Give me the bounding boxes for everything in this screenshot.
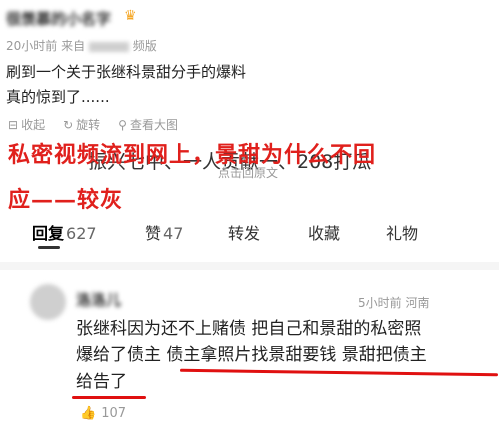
comment-line2-part2: 债主拿照片找景甜要钱 景甜把债主 [166,345,427,365]
zoom-label: 查看大图 [129,118,178,132]
tab-likes-count: 47 [163,224,184,243]
tab-favorites-label: 收藏 [308,224,341,243]
highlight-underline-1 [179,368,499,377]
zoom-button[interactable]: ⚲ 查看大图 [118,116,178,133]
post-text-line2: 真的惊到了...... [6,88,110,106]
zoom-icon: ⚲ [118,117,127,132]
annotation-line2: 应——较灰 [8,187,124,213]
post-time: 20小时前 [6,39,58,53]
commenter-avatar[interactable] [30,284,66,320]
comment-line2: 爆给了债主 债主拿照片找景甜要钱 景甜把债主 [76,344,427,367]
post-meta: 20小时前 来自 频版 [6,37,157,54]
comment-line2-part1: 爆给了债主 [76,345,161,365]
crown-badge-icon: ♛ [124,8,137,24]
tab-gifts-label: 礼物 [386,224,419,243]
comment-meta: 5小时前 河南 [358,294,429,311]
comment-line3: 给告了 [76,372,127,392]
annotation-line1: 私密视频流到网上，景甜为什么不回 [8,142,377,168]
author-name[interactable]: 很羡慕的小名字 [6,8,111,29]
rotate-button[interactable]: ↻ 旋转 [63,116,100,133]
active-tab-indicator [38,246,60,249]
image-actions: ⊟ 收起 ↻ 旋转 ⚲ 查看大图 [8,116,178,133]
thumbs-up-icon: 👍 [80,406,97,421]
comment-location: 河南 [405,296,430,310]
like-button[interactable]: 👍 107 [80,406,126,421]
comment-line1: 张继科因为还不上赌债 把自己和景甜的私密照 [76,319,422,339]
tabs-divider [0,262,499,270]
like-count: 107 [101,406,127,421]
highlight-underline-2 [72,396,146,399]
post-text-line1: 刷到一个关于张继科景甜分手的爆料 [6,63,247,81]
tab-replies-label: 回复 [32,224,65,243]
post-source-hidden [88,41,129,52]
post-source-suffix: 频版 [132,39,157,53]
commenter-name[interactable]: 洛洛儿 [76,289,121,310]
collapse-label: 收起 [21,118,46,132]
tab-reposts-label: 转发 [228,224,261,243]
tab-replies-count: 627 [66,224,97,243]
tab-replies[interactable]: 回复 627 [32,220,97,244]
tab-favorites[interactable]: 收藏 [308,220,340,244]
collapse-button[interactable]: ⊟ 收起 [8,116,45,133]
collapse-icon: ⊟ [8,117,19,132]
tab-reposts[interactable]: 转发 [228,220,260,244]
tab-gifts[interactable]: 礼物 [386,220,418,244]
rotate-icon: ↻ [63,117,74,132]
post-source-prefix: 来自 [61,39,86,53]
tab-likes[interactable]: 赞 47 [145,220,183,244]
comment-time: 5小时前 [358,296,402,310]
rotate-label: 旋转 [76,118,101,132]
tab-likes-label: 赞 [145,224,162,243]
